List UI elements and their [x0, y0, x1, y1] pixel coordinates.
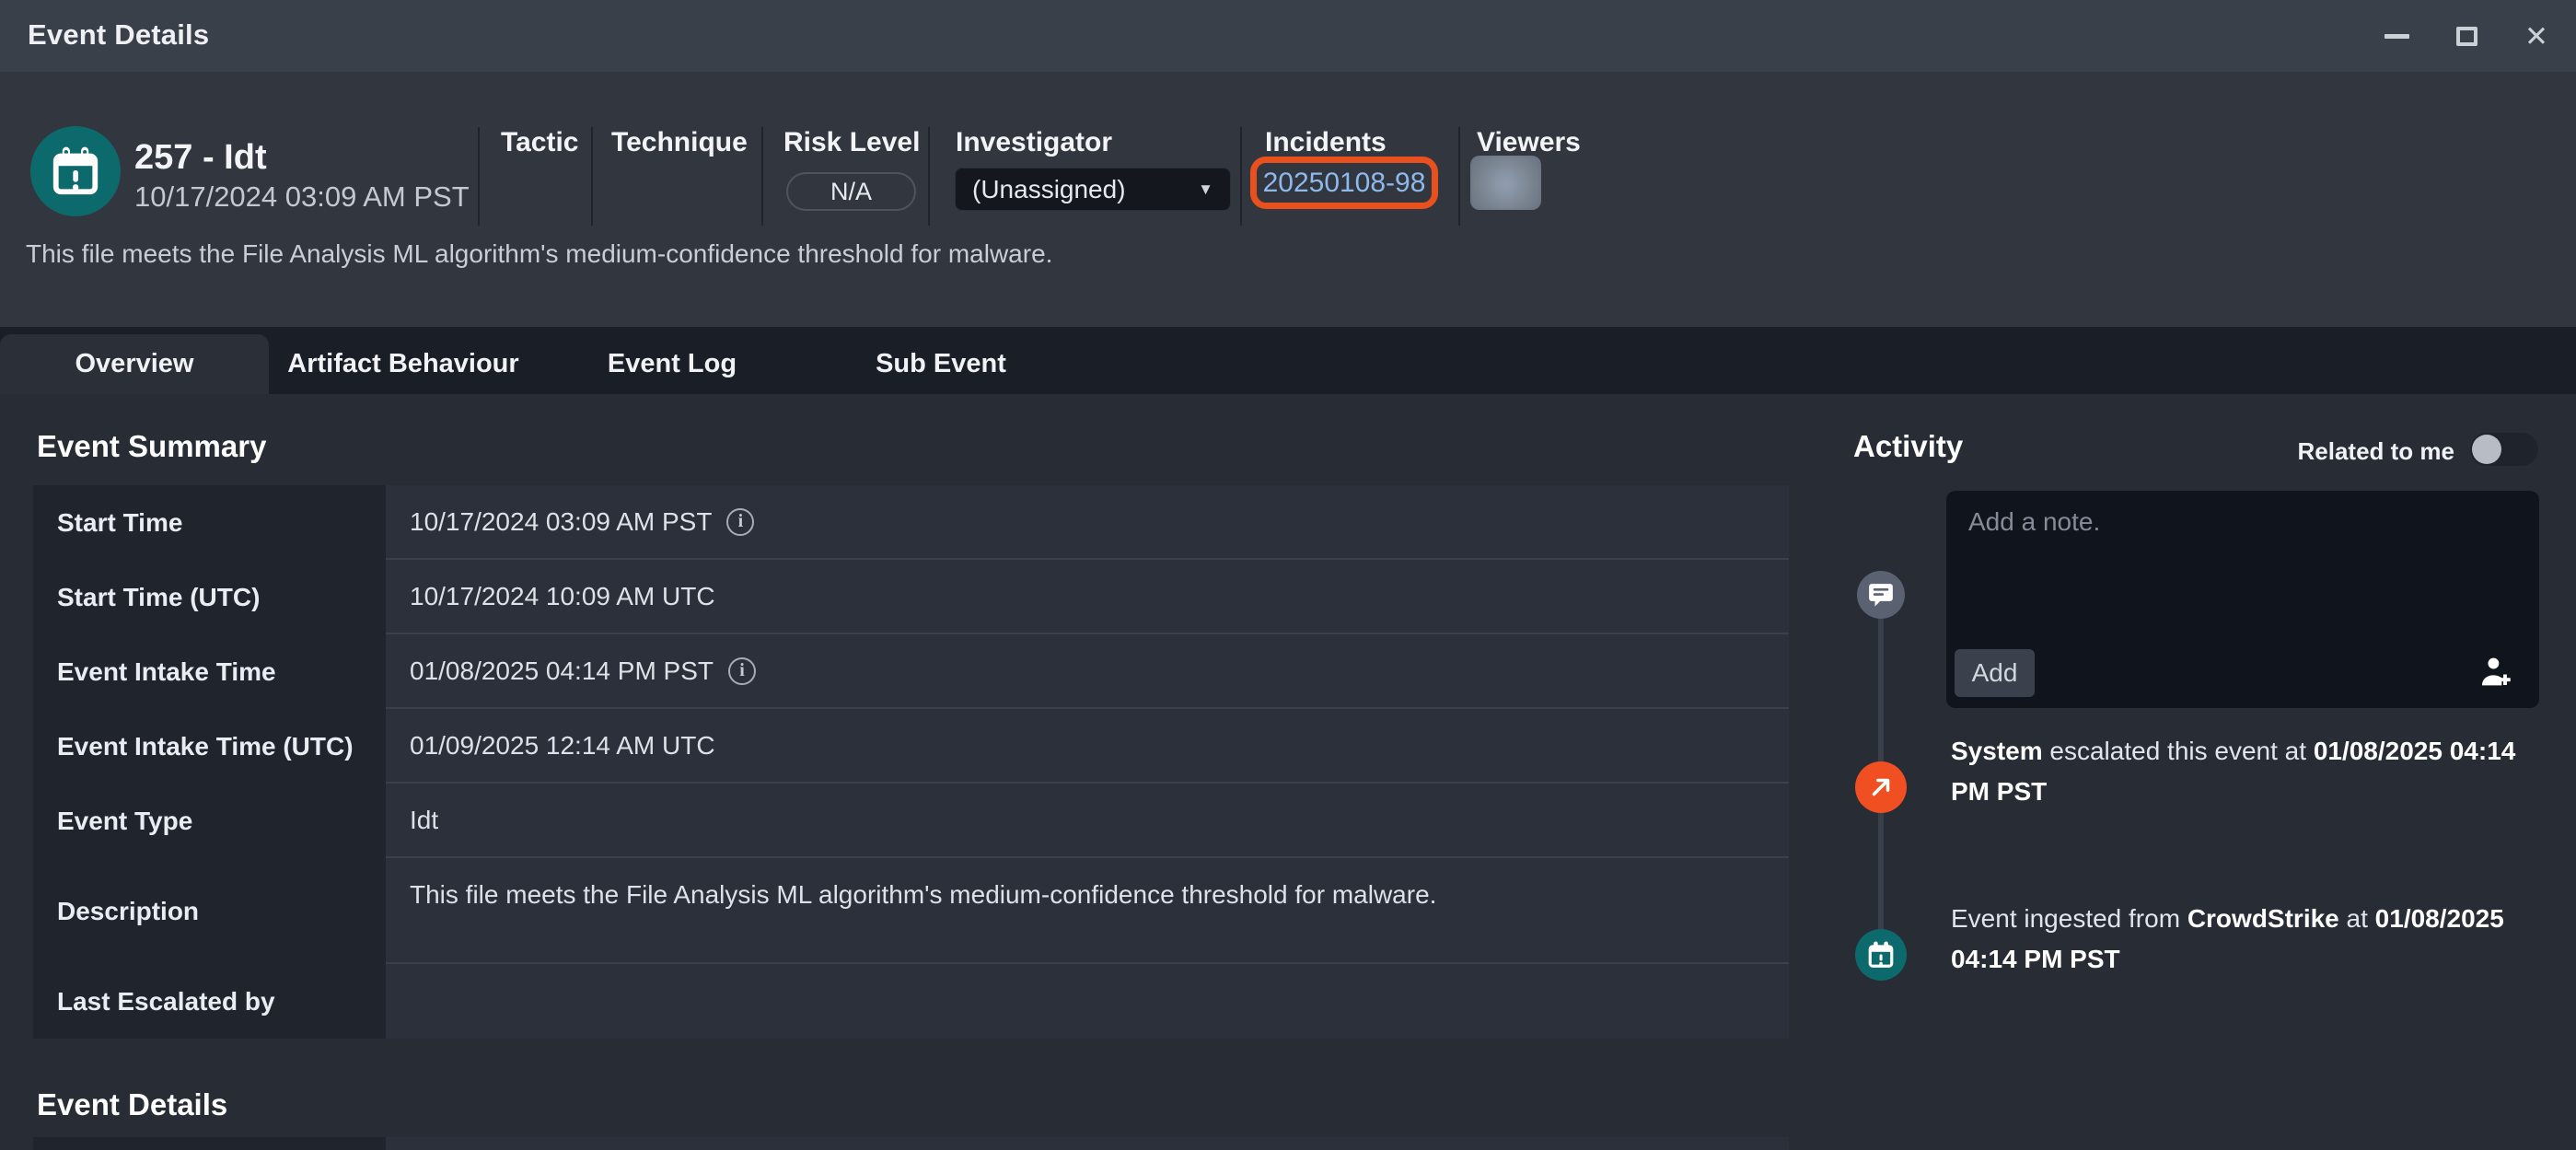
row-value-text: 01/09/2025 12:14 AM UTC [410, 731, 715, 761]
timeline-entry-escalated: System escalated this event at 01/08/202… [1951, 731, 2540, 812]
window-title: Event Details [28, 18, 209, 52]
add-note-box: Add [1946, 491, 2539, 708]
row-value [386, 964, 1789, 1039]
maximize-button[interactable] [2451, 20, 2482, 52]
viewer-avatar[interactable] [1470, 156, 1541, 210]
row-label [33, 1137, 386, 1150]
related-to-me-toggle[interactable] [2470, 433, 2538, 466]
technique-label: Technique [611, 127, 748, 158]
tab-artifact-behaviour[interactable]: Artifact Behaviour [269, 334, 538, 394]
row-label: Event Intake Time (UTC) [33, 709, 386, 784]
timeline-action: at [2339, 904, 2375, 933]
incident-link[interactable]: 20250108-98 [1263, 168, 1426, 199]
header-divider [591, 127, 593, 226]
header-divider [478, 127, 480, 226]
timeline-actor: System [1951, 737, 2043, 765]
incidents-label: Incidents [1265, 127, 1387, 158]
event-calendar-alert-icon [30, 126, 121, 216]
overview-panel: Event Summary Start Time 10/17/2024 03:0… [0, 394, 2576, 1150]
viewers-label: Viewers [1477, 127, 1581, 158]
ingest-calendar-icon [1855, 929, 1907, 981]
table-row: Event Intake Time (UTC) 01/09/2025 12:14… [33, 709, 1789, 784]
chevron-down-icon: ▼ [1198, 180, 1213, 199]
row-value: Idt [386, 784, 1789, 858]
close-icon: ✕ [2524, 22, 2548, 51]
header-divider [761, 127, 763, 226]
row-value: 01/09/2025 12:14 AM UTC [386, 709, 1789, 784]
row-label: Event Type [33, 784, 386, 858]
tactic-label: Tactic [501, 127, 578, 158]
investigator-dropdown[interactable]: (Unassigned) ▼ [955, 168, 1231, 211]
risk-level-label: Risk Level [783, 127, 920, 158]
toggle-knob [2472, 435, 2501, 464]
row-value: 10/17/2024 10:09 AM UTC [386, 560, 1789, 634]
note-comment-icon [1857, 571, 1905, 619]
info-icon[interactable]: i [726, 508, 754, 536]
event-description: This file meets the File Analysis ML alg… [26, 239, 1052, 269]
timeline-entry-ingested: Event ingested from CrowdStrike at 01/08… [1951, 899, 2540, 980]
assign-person-icon[interactable] [2477, 653, 2515, 691]
close-button[interactable]: ✕ [2521, 20, 2552, 52]
row-value: 10/17/2024 03:09 AM PST i [386, 485, 1789, 560]
table-row: Event Type Idt [33, 784, 1789, 858]
maximize-icon [2456, 27, 2477, 46]
event-details-window: Event Details ✕ 257 - Idt 10/17/2024 03:… [0, 0, 2576, 1150]
info-icon[interactable]: i [728, 657, 756, 685]
row-label: Event Intake Time [33, 634, 386, 709]
event-header: 257 - Idt 10/17/2024 03:09 AM PST Tactic… [0, 72, 2576, 327]
event-datetime: 10/17/2024 03:09 AM PST [134, 180, 470, 214]
row-label: Description [33, 858, 386, 964]
header-divider [1458, 127, 1460, 226]
titlebar: Event Details ✕ [0, 0, 2576, 72]
row-label: Last Escalated by [33, 964, 386, 1039]
table-row: Start Time 10/17/2024 03:09 AM PST i [33, 485, 1789, 560]
row-label: Start Time (UTC) [33, 560, 386, 634]
minimize-button[interactable] [2381, 20, 2412, 52]
table-row: Start Time (UTC) 10/17/2024 10:09 AM UTC [33, 560, 1789, 634]
table-row: Last Escalated by [33, 964, 1789, 1039]
tab-bar: Overview Artifact Behaviour Event Log Su… [0, 327, 2576, 394]
tab-sub-event[interactable]: Sub Event [806, 334, 1075, 394]
row-value-text: This file meets the File Analysis ML alg… [410, 880, 1436, 910]
investigator-label: Investigator [956, 127, 1112, 158]
risk-level-badge: N/A [786, 172, 916, 211]
event-title: 257 - Idt [134, 138, 267, 178]
timeline-source: CrowdStrike [2187, 904, 2339, 933]
escalation-arrow-icon [1855, 761, 1907, 813]
header-divider [928, 127, 930, 226]
header-divider [1240, 127, 1242, 226]
event-summary-table: Start Time 10/17/2024 03:09 AM PST i Sta… [33, 485, 1789, 1039]
row-value: 01/08/2025 04:14 PM PST i [386, 634, 1789, 709]
event-details-table-partial [33, 1137, 1789, 1150]
tab-event-log[interactable]: Event Log [538, 334, 806, 394]
investigator-selected-value: (Unassigned) [972, 175, 1198, 204]
row-value-text: Idt [410, 806, 438, 835]
avatar-blur [1470, 156, 1541, 210]
table-row: Description This file meets the File Ana… [33, 858, 1789, 964]
row-value-text: 10/17/2024 03:09 AM PST [410, 507, 712, 537]
event-details-title: Event Details [37, 1087, 227, 1122]
row-value [386, 1137, 1789, 1150]
timeline-action: Event ingested from [1951, 904, 2187, 933]
row-value-text: 10/17/2024 10:09 AM UTC [410, 582, 715, 611]
row-value: This file meets the File Analysis ML alg… [386, 858, 1789, 964]
incident-annotation-highlight: 20250108-98 [1250, 157, 1438, 209]
related-to-me-label: Related to me [2298, 437, 2455, 466]
row-label: Start Time [33, 485, 386, 560]
timeline-action: escalated this event at [2043, 737, 2314, 765]
window-controls: ✕ [2381, 0, 2552, 72]
tab-overview[interactable]: Overview [0, 334, 269, 394]
activity-title: Activity [1853, 429, 1963, 464]
note-input[interactable] [1946, 491, 2539, 638]
add-note-button[interactable]: Add [1955, 649, 2035, 697]
minimize-icon [2385, 34, 2409, 39]
row-value-text: 01/08/2025 04:14 PM PST [410, 656, 714, 686]
table-row: Event Intake Time 01/08/2025 04:14 PM PS… [33, 634, 1789, 709]
event-summary-title: Event Summary [37, 429, 266, 464]
